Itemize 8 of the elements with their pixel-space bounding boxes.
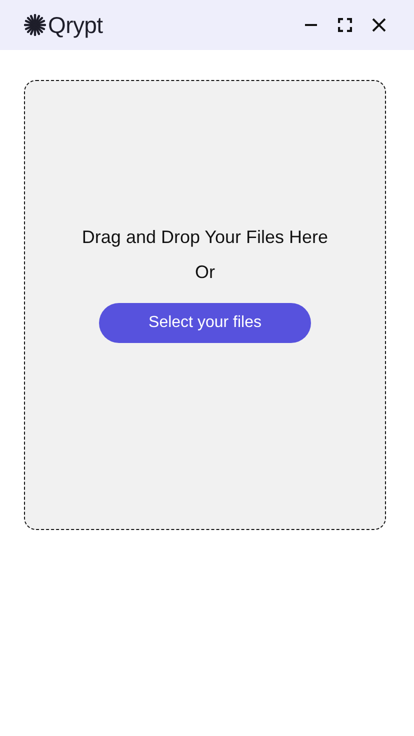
drop-zone[interactable]: Drag and Drop Your Files Here Or Select your files (24, 80, 386, 530)
close-icon (371, 17, 387, 33)
drop-title: Drag and Drop Your Files Here (82, 227, 328, 248)
separator-text: Or (195, 262, 215, 283)
logo-icon (24, 14, 46, 36)
maximize-icon (338, 18, 352, 32)
app-name: Qrypt (48, 12, 103, 38)
select-files-button[interactable]: Select your files (99, 303, 311, 343)
